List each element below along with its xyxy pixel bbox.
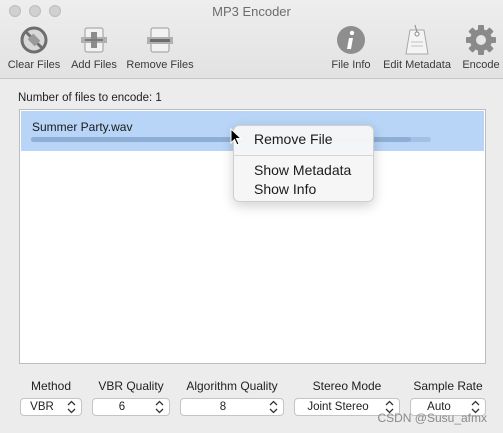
edit-metadata-label: Edit Metadata [383,59,451,71]
method-select[interactable]: VBR [20,398,82,416]
gear-icon [464,24,498,56]
window-title: MP3 Encoder [212,4,291,19]
stereo-mode-label: Stereo Mode [312,379,382,393]
tag-icon [400,24,434,56]
encode-label: Encode [462,59,500,71]
method-value: VBR [30,401,54,413]
stereo-mode-value: Joint Stereo [307,401,369,413]
file-info-label: File Info [331,59,371,71]
toolbar: MP3 Encoder Clear Files Add Files Remove… [0,0,503,79]
add-files-label: Add Files [71,59,117,71]
file-count-label: Number of files to encode: 1 [18,92,162,104]
vbr-quality-select[interactable]: 6 [92,398,170,416]
info-icon [334,24,368,56]
sample-rate-label: Sample Rate [413,379,483,393]
menu-separator [234,155,373,156]
clear-files-button[interactable]: Clear Files [6,24,62,74]
clear-files-label: Clear Files [7,59,61,71]
menu-item-remove-file[interactable]: Remove File [254,131,333,147]
vbr-quality-label: VBR Quality [98,379,164,393]
add-file-icon [77,24,111,56]
add-files-button[interactable]: Add Files [68,24,120,74]
file-info-button[interactable]: File Info [328,24,374,74]
algorithm-quality-label: Algorithm Quality [186,379,278,393]
method-label: Method [30,379,72,393]
remove-files-button[interactable]: Remove Files [124,24,196,74]
chevron-updown-icon [67,400,76,414]
watermark-text: CSDN @Susu_afmx [377,411,487,425]
algorithm-quality-select[interactable]: 8 [180,398,284,416]
vbr-quality-value: 6 [118,401,126,413]
context-menu: Remove File Show Metadata Show Info [233,125,374,202]
remove-file-icon [143,24,177,56]
file-name: Summer Party.wav [32,120,133,134]
menu-item-show-info[interactable]: Show Info [254,181,316,197]
algorithm-quality-value: 8 [219,401,227,413]
encode-button[interactable]: Encode [459,24,503,74]
remove-files-label: Remove Files [126,59,194,71]
chevron-updown-icon [269,400,278,414]
menu-item-show-metadata[interactable]: Show Metadata [254,162,351,178]
clear-icon [17,24,51,56]
chevron-updown-icon [155,400,164,414]
mouse-cursor-icon [230,128,242,146]
edit-metadata-button[interactable]: Edit Metadata [380,24,454,74]
